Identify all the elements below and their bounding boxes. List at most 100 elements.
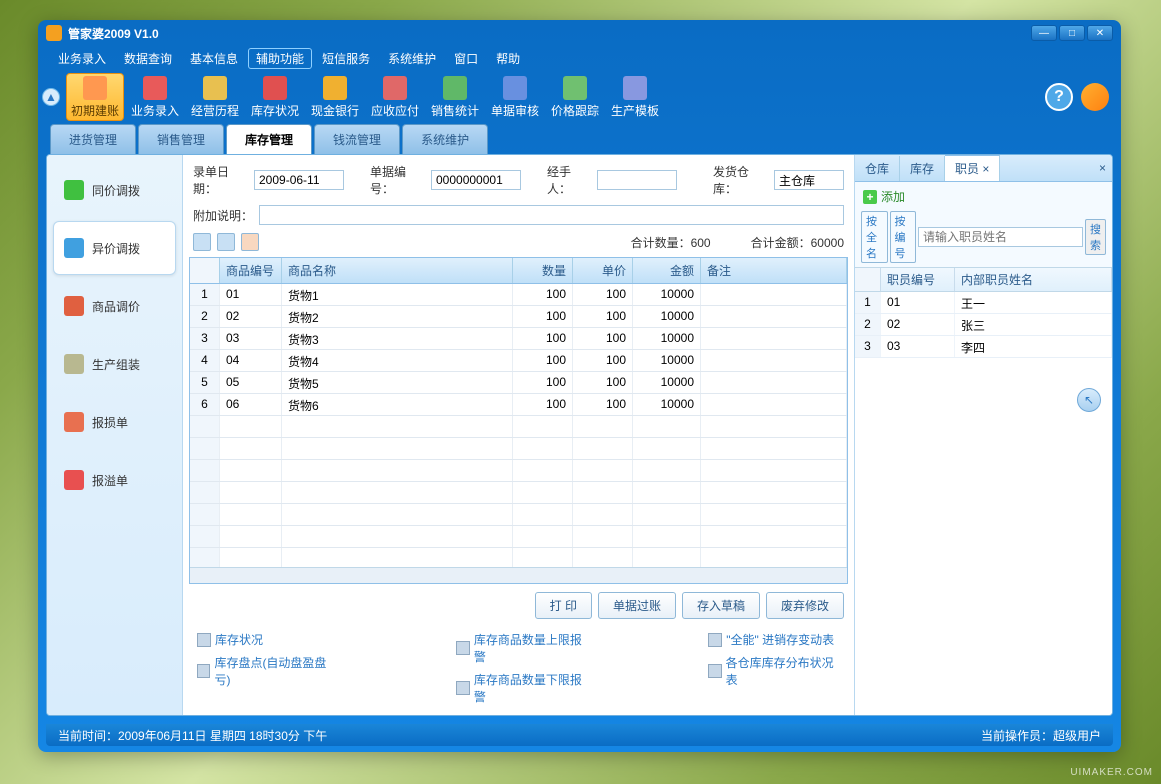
table-row[interactable]: 101货物110010010000 bbox=[190, 284, 847, 306]
scroll-up-icon[interactable]: ↖ bbox=[1077, 388, 1101, 412]
col-note: 备注 bbox=[701, 258, 847, 283]
table-row-empty[interactable] bbox=[190, 416, 847, 438]
link-icon bbox=[708, 664, 721, 678]
print-button[interactable]: 打 印 bbox=[535, 592, 592, 619]
handler-input[interactable] bbox=[597, 170, 677, 190]
tool-8[interactable]: 价格跟踪 bbox=[546, 73, 604, 121]
table-row-empty[interactable] bbox=[190, 548, 847, 567]
sum-amt: 60000 bbox=[811, 236, 844, 250]
rp-row[interactable]: 202张三 bbox=[855, 314, 1112, 336]
sidebar-item-2[interactable]: 商品调价 bbox=[53, 279, 176, 333]
right-panel: 仓库库存职员 ×× + 添加 按全名 按编号 搜索 职员编号 内部职员姓名 10… bbox=[854, 155, 1112, 715]
search-button[interactable]: 搜索 bbox=[1085, 219, 1106, 255]
table-row-empty[interactable] bbox=[190, 526, 847, 548]
rp-row[interactable]: 303李四 bbox=[855, 336, 1112, 358]
note-input[interactable] bbox=[259, 205, 844, 225]
link-2-0[interactable]: "全能" 进销存变动表 bbox=[708, 631, 840, 648]
sidebar-item-3[interactable]: 生产组装 bbox=[53, 337, 176, 391]
table-row[interactable]: 202货物210010010000 bbox=[190, 306, 847, 328]
status-user: 当前操作员：超级用户 bbox=[981, 727, 1101, 744]
tool-6[interactable]: 销售统计 bbox=[426, 73, 484, 121]
menu-3[interactable]: 辅助功能 bbox=[248, 48, 312, 69]
rp-row[interactable]: 101王一 bbox=[855, 292, 1112, 314]
chip-fullname[interactable]: 按全名 bbox=[861, 211, 888, 263]
list-icon[interactable] bbox=[217, 233, 235, 251]
link-2-1[interactable]: 各仓库库存分布状况表 bbox=[708, 654, 840, 688]
note-label: 附加说明： bbox=[193, 207, 253, 224]
menu-6[interactable]: 窗口 bbox=[446, 48, 486, 69]
tool-0[interactable]: 初期建账 bbox=[66, 73, 124, 121]
help-icon[interactable]: ? bbox=[1045, 83, 1073, 111]
rp-col-index bbox=[855, 268, 881, 291]
table-row[interactable]: 303货物310010010000 bbox=[190, 328, 847, 350]
main-tab-3[interactable]: 钱流管理 bbox=[314, 124, 400, 154]
close-button[interactable]: ✕ bbox=[1087, 25, 1113, 41]
rp-tab-0[interactable]: 仓库 bbox=[855, 156, 900, 181]
table-row-empty[interactable] bbox=[190, 438, 847, 460]
menu-0[interactable]: 业务录入 bbox=[50, 48, 114, 69]
person-icon[interactable] bbox=[241, 233, 259, 251]
tool-2[interactable]: 经营历程 bbox=[186, 73, 244, 121]
collapse-toolbar-icon[interactable]: ▲ bbox=[42, 88, 60, 106]
maximize-button[interactable]: □ bbox=[1059, 25, 1085, 41]
wh-input[interactable] bbox=[774, 170, 844, 190]
table-row[interactable]: 404货物410010010000 bbox=[190, 350, 847, 372]
h-scrollbar[interactable] bbox=[190, 567, 847, 583]
titlebar: 管家婆2009 V1.0 — □ ✕ bbox=[38, 20, 1121, 46]
discard-button[interactable]: 废弃修改 bbox=[766, 592, 844, 619]
product-grid: 商品编号 商品名称 数量 单价 金额 备注 101货物1100100100002… bbox=[189, 257, 848, 584]
menu-5[interactable]: 系统维护 bbox=[380, 48, 444, 69]
table-row[interactable]: 606货物610010010000 bbox=[190, 394, 847, 416]
main-tab-4[interactable]: 系统维护 bbox=[402, 124, 488, 154]
tool-1[interactable]: 业务录入 bbox=[126, 73, 184, 121]
tool-4[interactable]: 现金银行 bbox=[306, 73, 364, 121]
rp-close-icon[interactable]: × bbox=[1093, 161, 1112, 175]
sidebar-item-0[interactable]: 同价调拨 bbox=[53, 163, 176, 217]
grid-icon[interactable] bbox=[193, 233, 211, 251]
tool-9[interactable]: 生产模板 bbox=[606, 73, 664, 121]
sum-qty-label: 合计数量： bbox=[631, 236, 691, 250]
col-price: 单价 bbox=[573, 258, 633, 283]
search-input[interactable] bbox=[918, 227, 1083, 247]
table-row[interactable]: 505货物510010010000 bbox=[190, 372, 847, 394]
theme-icon[interactable] bbox=[1081, 83, 1109, 111]
menu-7[interactable]: 帮助 bbox=[488, 48, 528, 69]
link-1-0[interactable]: 库存商品数量上限报警 bbox=[456, 631, 588, 665]
main-tab-2[interactable]: 库存管理 bbox=[226, 124, 312, 154]
post-button[interactable]: 单据过账 bbox=[598, 592, 676, 619]
toolbar-row: ▲ 初期建账业务录入经营历程库存状况现金银行应收应付销售统计单据审核价格跟踪生产… bbox=[38, 70, 1121, 124]
rp-tab-2[interactable]: 职员 × bbox=[945, 155, 1000, 181]
plus-icon: + bbox=[863, 190, 877, 204]
table-row-empty[interactable] bbox=[190, 482, 847, 504]
menu-2[interactable]: 基本信息 bbox=[182, 48, 246, 69]
sidebar-item-5[interactable]: 报溢单 bbox=[53, 453, 176, 507]
link-icon bbox=[456, 681, 469, 695]
menu-1[interactable]: 数据查询 bbox=[116, 48, 180, 69]
minimize-button[interactable]: — bbox=[1031, 25, 1057, 41]
date-input[interactable] bbox=[254, 170, 344, 190]
col-code: 商品编号 bbox=[220, 258, 282, 283]
doc-input[interactable] bbox=[431, 170, 521, 190]
watermark: UIMAKER.COM bbox=[1070, 767, 1153, 778]
tool-icon-9 bbox=[623, 76, 647, 100]
app-window: 管家婆2009 V1.0 — □ ✕ 业务录入数据查询基本信息辅助功能短信服务系… bbox=[38, 20, 1121, 752]
tool-5[interactable]: 应收应付 bbox=[366, 73, 424, 121]
link-0-1[interactable]: 库存盘点(自动盘盈盘亏) bbox=[197, 654, 336, 688]
main-tab-0[interactable]: 进货管理 bbox=[50, 124, 136, 154]
tool-7[interactable]: 单据审核 bbox=[486, 73, 544, 121]
main-tabs: 进货管理销售管理库存管理钱流管理系统维护 bbox=[38, 124, 1121, 154]
link-0-0[interactable]: 库存状况 bbox=[197, 631, 336, 648]
draft-button[interactable]: 存入草稿 bbox=[682, 592, 760, 619]
main-tab-1[interactable]: 销售管理 bbox=[138, 124, 224, 154]
chip-code[interactable]: 按编号 bbox=[890, 211, 917, 263]
sidebar-item-1[interactable]: 异价调拨 bbox=[53, 221, 176, 275]
rp-tab-1[interactable]: 库存 bbox=[900, 156, 945, 181]
sidebar-item-4[interactable]: 报损单 bbox=[53, 395, 176, 449]
table-row-empty[interactable] bbox=[190, 460, 847, 482]
table-row-empty[interactable] bbox=[190, 504, 847, 526]
menu-4[interactable]: 短信服务 bbox=[314, 48, 378, 69]
side-icon-3 bbox=[64, 354, 84, 374]
add-button[interactable]: + 添加 bbox=[855, 182, 1112, 211]
link-1-1[interactable]: 库存商品数量下限报警 bbox=[456, 671, 588, 705]
tool-3[interactable]: 库存状况 bbox=[246, 73, 304, 121]
